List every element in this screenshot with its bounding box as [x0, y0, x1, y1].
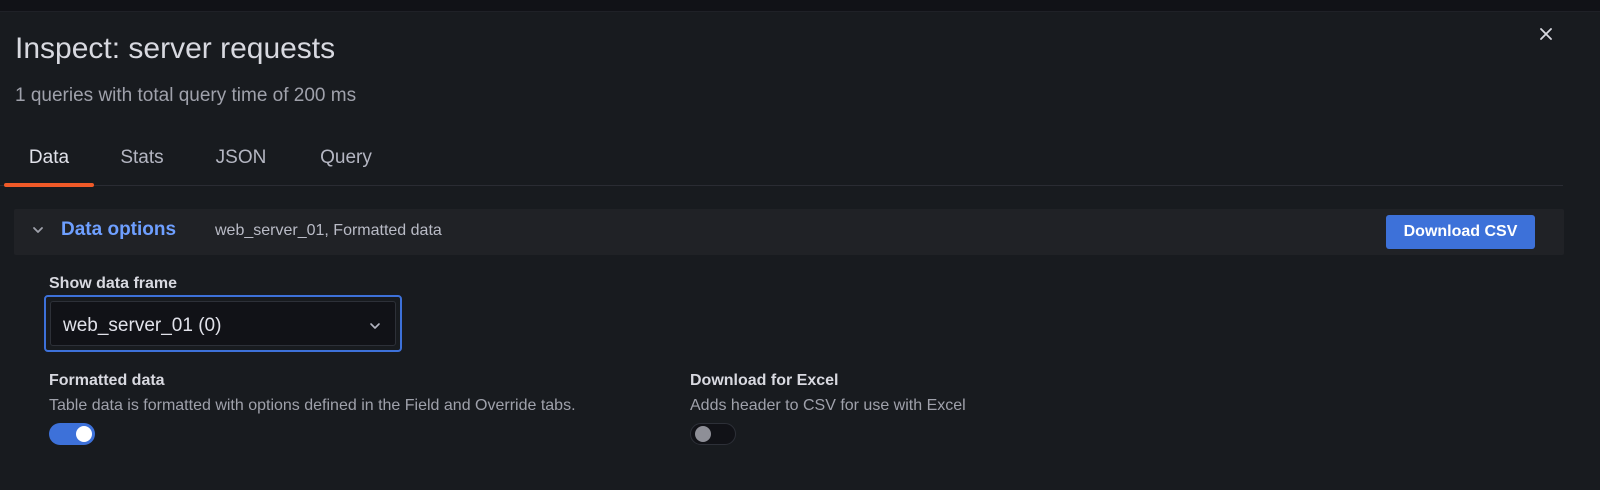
tab-stats[interactable]: Stats [106, 130, 178, 185]
data-options-toggle[interactable]: Data options [61, 219, 176, 241]
tab-label: Query [320, 146, 372, 168]
tab-label: JSON [215, 146, 267, 168]
tab-bar: Data Stats JSON Query [0, 130, 1563, 187]
formatted-data-description: Table data is formatted with options def… [49, 397, 576, 414]
tab-label: Stats [120, 146, 164, 168]
selected-frame: web_server_01 (0) [63, 315, 222, 336]
close-icon [1540, 28, 1552, 40]
formatted-data-toggle[interactable] [49, 423, 95, 445]
tab-label: Data [28, 146, 70, 168]
download-csv-button[interactable]: Download CSV [1386, 215, 1535, 249]
chevron-down-icon [370, 323, 380, 329]
page-title: Inspect: server requests [15, 32, 336, 65]
toggle-knob [695, 426, 711, 442]
tab-json[interactable]: JSON [205, 130, 277, 185]
download-excel-toggle[interactable] [690, 423, 736, 445]
chevron-down-icon[interactable] [31, 223, 45, 237]
close-button[interactable] [1536, 24, 1556, 44]
show-data-frame-label: Show data frame [49, 275, 178, 292]
data-options-header[interactable]: Data options web_server_01, Formatted da… [14, 209, 1564, 255]
data-frame-select[interactable]: web_server_01 (0) [50, 301, 396, 346]
download-excel-description: Adds header to CSV for use with Excel [690, 397, 966, 414]
tab-query[interactable]: Query [306, 130, 386, 185]
data-options-summary: web_server_01, Formatted data [215, 222, 442, 239]
query-summary: 1 queries with total query time of 200 m… [15, 85, 357, 106]
data-frame-select-focus-ring: web_server_01 (0) [44, 295, 402, 352]
download-excel-label: Download for Excel [690, 372, 839, 389]
toggle-knob [76, 426, 92, 442]
top-edge [0, 0, 1600, 12]
active-tab-indicator [4, 183, 94, 187]
formatted-data-label: Formatted data [49, 372, 165, 389]
tab-data[interactable]: Data [4, 130, 94, 187]
